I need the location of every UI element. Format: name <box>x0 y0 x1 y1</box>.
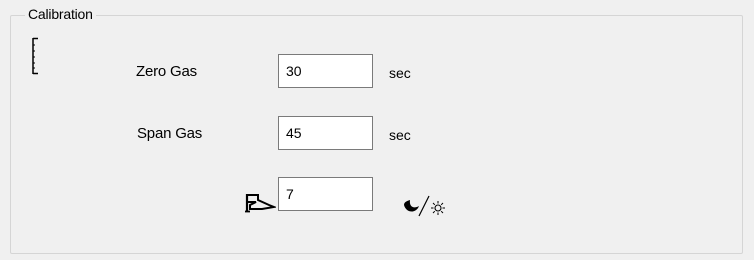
zero-gas-input[interactable] <box>278 54 373 88</box>
span-gas-unit: sec <box>389 127 411 143</box>
zero-gas-label: Zero Gas <box>136 63 197 80</box>
moon-sun-icon <box>404 195 445 217</box>
span-gas-label: Span Gas <box>137 125 203 142</box>
zero-gas-unit: sec <box>389 65 411 81</box>
span-gas-input[interactable] <box>278 116 373 150</box>
third-value-input[interactable] <box>278 177 373 211</box>
flag-icon <box>245 194 276 213</box>
calibration-groupbox <box>10 15 743 254</box>
bracket-icon <box>32 37 38 75</box>
group-title: Calibration <box>25 6 96 22</box>
